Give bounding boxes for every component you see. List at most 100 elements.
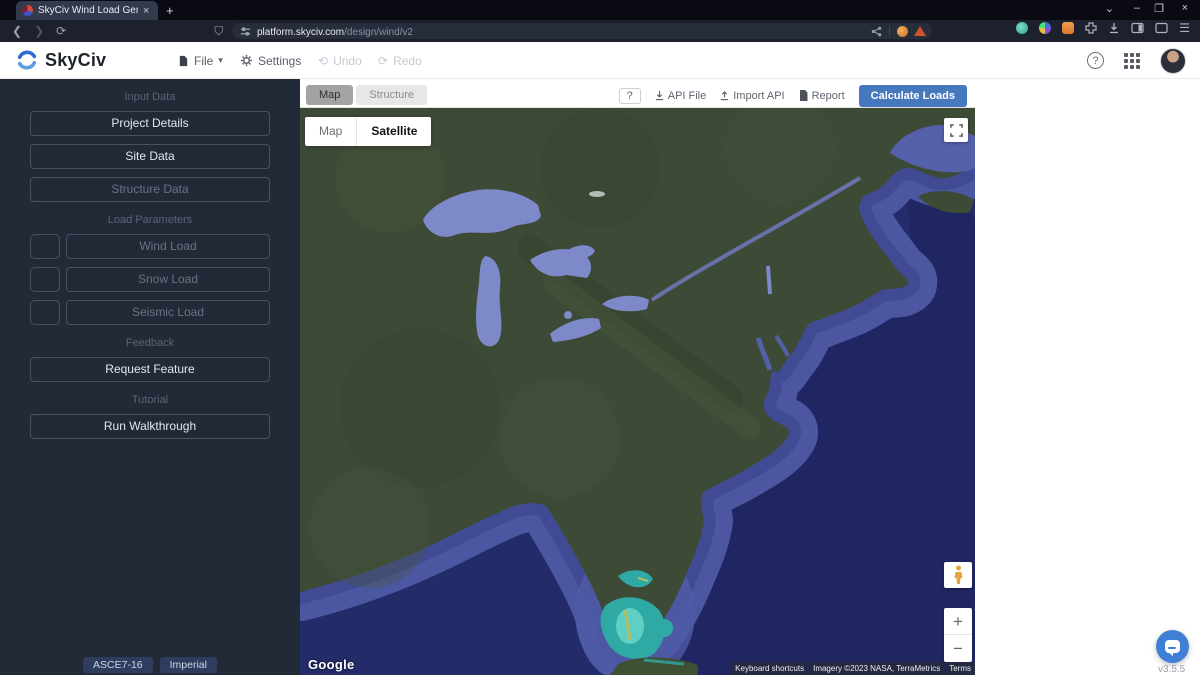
gear-icon (240, 54, 253, 67)
fullscreen-icon (950, 124, 963, 137)
import-api-button[interactable]: Import API (720, 90, 784, 102)
url-domain: platform.skyciv.com (257, 27, 344, 38)
skyciv-brand[interactable]: SkyCiv (16, 49, 106, 71)
tab-close-icon[interactable]: × (143, 5, 149, 17)
section-label-feedback: Feedback (0, 337, 300, 349)
upload-icon (720, 91, 729, 101)
extension-pinwheel-icon[interactable] (1039, 22, 1051, 34)
window-restore-button[interactable]: ❐ (1154, 2, 1164, 15)
run-walkthrough-button[interactable]: Run Walkthrough (30, 414, 270, 439)
site-settings-icon[interactable] (240, 26, 251, 37)
seismic-load-button[interactable]: Seismic Load (66, 300, 270, 325)
undo-button[interactable]: ⟲ Undo (318, 42, 362, 79)
snow-load-button[interactable]: Snow Load (66, 267, 270, 292)
zoom-in-button[interactable]: + (944, 608, 972, 635)
extension-orange-icon[interactable] (1062, 22, 1074, 34)
sidebar: Input Data Project Details Site Data Str… (0, 79, 300, 675)
api-file-button[interactable]: API File (655, 90, 707, 102)
section-label-tutorial: Tutorial (0, 394, 300, 406)
extension-green-icon[interactable] (1016, 22, 1028, 34)
window-close-button[interactable]: × (1182, 2, 1188, 14)
redo-label: Redo (393, 54, 422, 68)
browser-tab[interactable]: SkyCiv Wind Load Generat × (16, 1, 158, 20)
map-type-map-button[interactable]: Map (305, 117, 357, 146)
browser-menu-icon[interactable]: ☰ (1179, 21, 1190, 35)
design-code-chip[interactable]: ASCE7-16 (83, 657, 153, 673)
new-tab-button[interactable]: + (166, 3, 174, 18)
back-icon[interactable]: ❮ (12, 24, 22, 38)
terms-link[interactable]: Terms (945, 662, 975, 675)
file-menu-label: File (194, 54, 213, 68)
project-details-button[interactable]: Project Details (30, 111, 270, 136)
skyciv-favicon-icon (22, 5, 33, 16)
forward-icon[interactable]: ❯ (34, 24, 44, 38)
downloads-icon[interactable] (1108, 22, 1120, 34)
keyboard-shortcuts-link[interactable]: Keyboard shortcuts (731, 662, 808, 675)
map-type-satellite-button[interactable]: Satellite (357, 117, 431, 146)
satellite-map-image (300, 108, 975, 675)
undo-label: Undo (333, 54, 362, 68)
main-area: Map Structure ? API File Import API Repo… (300, 79, 1200, 675)
api-file-label: API File (668, 90, 707, 102)
tab-search-icon[interactable] (1155, 22, 1168, 34)
download-icon (655, 91, 664, 101)
divider: | (888, 26, 891, 37)
chat-bubble-icon (1165, 640, 1180, 653)
wind-load-button[interactable]: Wind Load (66, 234, 270, 259)
structure-data-button[interactable]: Structure Data (30, 177, 270, 202)
reload-icon[interactable]: ⟳ (56, 24, 66, 38)
file-icon (178, 55, 189, 67)
caret-down-icon: ▾ (218, 55, 223, 66)
wind-load-checkbox[interactable] (30, 234, 60, 259)
calculate-loads-button[interactable]: Calculate Loads (859, 85, 967, 107)
tab-map[interactable]: Map (306, 85, 353, 105)
report-label: Report (812, 90, 845, 102)
map-type-control: Map Satellite (305, 117, 431, 146)
browser-tab-strip: SkyCiv Wind Load Generat × + ⌄ – ❐ × (0, 0, 1200, 20)
units-chip[interactable]: Imperial (160, 657, 217, 673)
section-label-input-data: Input Data (0, 91, 300, 103)
apps-grid-icon[interactable] (1124, 53, 1140, 69)
request-feature-button[interactable]: Request Feature (30, 357, 270, 382)
address-bar[interactable]: platform.skyciv.com/design/wind/v2 | (232, 23, 932, 39)
google-logo[interactable]: Google (308, 657, 355, 672)
tab-structure[interactable]: Structure (356, 85, 427, 105)
fullscreen-button[interactable] (944, 118, 968, 142)
map-canvas[interactable]: Map Satellite + − Google Keyboard shortc… (300, 108, 975, 675)
window-minimize-button[interactable]: – (1134, 2, 1140, 14)
map-attribution: Keyboard shortcuts Imagery ©2023 NASA, T… (731, 662, 975, 675)
pegman-icon (953, 565, 964, 585)
browser-toolbar-icons: ☰ (1016, 21, 1190, 35)
redo-button[interactable]: ⟳ Redo (378, 42, 422, 79)
extensions-puzzle-icon[interactable] (1085, 22, 1097, 34)
extension-badge-icon[interactable] (897, 26, 908, 37)
help-button[interactable]: ? (1087, 52, 1104, 69)
skyciv-logo-icon (16, 49, 38, 71)
chat-widget-button[interactable] (1156, 630, 1189, 663)
url-path: /design/wind/v2 (344, 27, 413, 38)
window-menu-chevron-icon[interactable]: ⌄ (1105, 2, 1114, 15)
imagery-credit: Imagery ©2023 NASA, TerraMetrics (809, 662, 944, 675)
side-panel-icon[interactable] (1131, 22, 1144, 34)
seismic-load-checkbox[interactable] (30, 300, 60, 325)
report-button[interactable]: Report (799, 90, 845, 102)
zoom-out-button[interactable]: − (944, 635, 972, 662)
settings-menu[interactable]: Settings (240, 42, 301, 79)
toolbar-help-button[interactable]: ? (619, 88, 641, 104)
undo-icon: ⟲ (318, 54, 328, 68)
bookmark-icon[interactable]: ⛉ (214, 24, 223, 39)
redo-icon: ⟳ (378, 54, 388, 68)
pegman-control[interactable] (944, 562, 972, 588)
file-menu[interactable]: File ▾ (178, 42, 223, 79)
triangle-extension-icon[interactable] (914, 26, 926, 36)
share-icon[interactable] (871, 26, 882, 37)
user-avatar[interactable] (1160, 48, 1186, 74)
zoom-control: + − (944, 608, 972, 662)
tab-title: SkyCiv Wind Load Generat (38, 5, 138, 16)
snow-load-checkbox[interactable] (30, 267, 60, 292)
app-header: SkyCiv File ▾ Settings ⟲ Undo ⟳ Redo ? (0, 42, 1200, 79)
report-doc-icon (799, 90, 808, 101)
brand-name: SkyCiv (45, 50, 106, 71)
site-data-button[interactable]: Site Data (30, 144, 270, 169)
app-version: v3.5.5 (1158, 664, 1185, 675)
